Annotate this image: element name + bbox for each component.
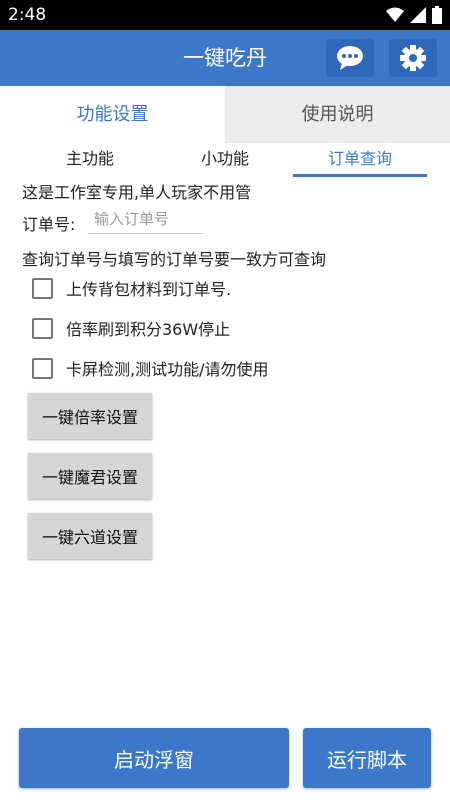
gear-icon bbox=[400, 45, 426, 71]
order-label: 订单号: bbox=[22, 215, 76, 234]
order-number-input[interactable] bbox=[88, 205, 204, 234]
studio-notice: 这是工作室专用,单人玩家不用管 bbox=[22, 183, 252, 202]
run-script-button[interactable]: 运行脚本 bbox=[303, 728, 431, 788]
app-title: 一键吃丹 bbox=[183, 46, 267, 70]
main-tabs: 功能设置 使用说明 bbox=[0, 86, 450, 143]
tab-function-settings[interactable]: 功能设置 bbox=[0, 86, 225, 143]
query-hint: 查询订单号与填写的订单号要一致方可查询 bbox=[22, 250, 327, 269]
freeze-detect-checkbox[interactable] bbox=[32, 357, 53, 379]
six-paths-setup-button[interactable]: 一键六道设置 bbox=[28, 513, 152, 559]
freeze-detect-label: 卡屏检测,测试功能/请勿使用 bbox=[66, 360, 269, 379]
battery-icon bbox=[432, 6, 442, 24]
status-bar: 2:48 bbox=[0, 0, 450, 30]
start-float-window-button[interactable]: 启动浮窗 bbox=[19, 728, 289, 788]
upload-materials-label: 上传背包材料到订单号. bbox=[66, 280, 232, 299]
tab-usage-guide[interactable]: 使用说明 bbox=[225, 86, 450, 143]
demon-lord-setup-button[interactable]: 一键魔君设置 bbox=[28, 453, 152, 499]
subtab-order-query[interactable]: 订单查询 bbox=[293, 146, 427, 177]
chat-icon bbox=[337, 46, 363, 70]
sub-tabs: 主功能 小功能 订单查询 bbox=[0, 146, 450, 177]
wifi-icon bbox=[386, 7, 404, 22]
subtab-small-function[interactable]: 小功能 bbox=[175, 146, 275, 174]
rate-stop-label: 倍率刷到积分36W停止 bbox=[66, 320, 231, 339]
rate-stop-checkbox[interactable] bbox=[32, 317, 53, 339]
settings-button[interactable] bbox=[389, 39, 437, 77]
app-bar: 一键吃丹 bbox=[0, 30, 450, 86]
checkbox-row-rate-stop[interactable]: 倍率刷到积分36W停止 bbox=[32, 316, 230, 340]
rate-setup-button[interactable]: 一键倍率设置 bbox=[28, 393, 152, 439]
subtab-main-function[interactable]: 主功能 bbox=[40, 146, 140, 174]
chat-button[interactable] bbox=[326, 39, 374, 77]
checkbox-row-upload[interactable]: 上传背包材料到订单号. bbox=[32, 276, 231, 300]
upload-materials-checkbox[interactable] bbox=[32, 277, 53, 299]
signal-icon bbox=[410, 7, 426, 23]
checkbox-row-freeze-detect[interactable]: 卡屏检测,测试功能/请勿使用 bbox=[32, 356, 268, 380]
status-time: 2:48 bbox=[8, 5, 47, 25]
